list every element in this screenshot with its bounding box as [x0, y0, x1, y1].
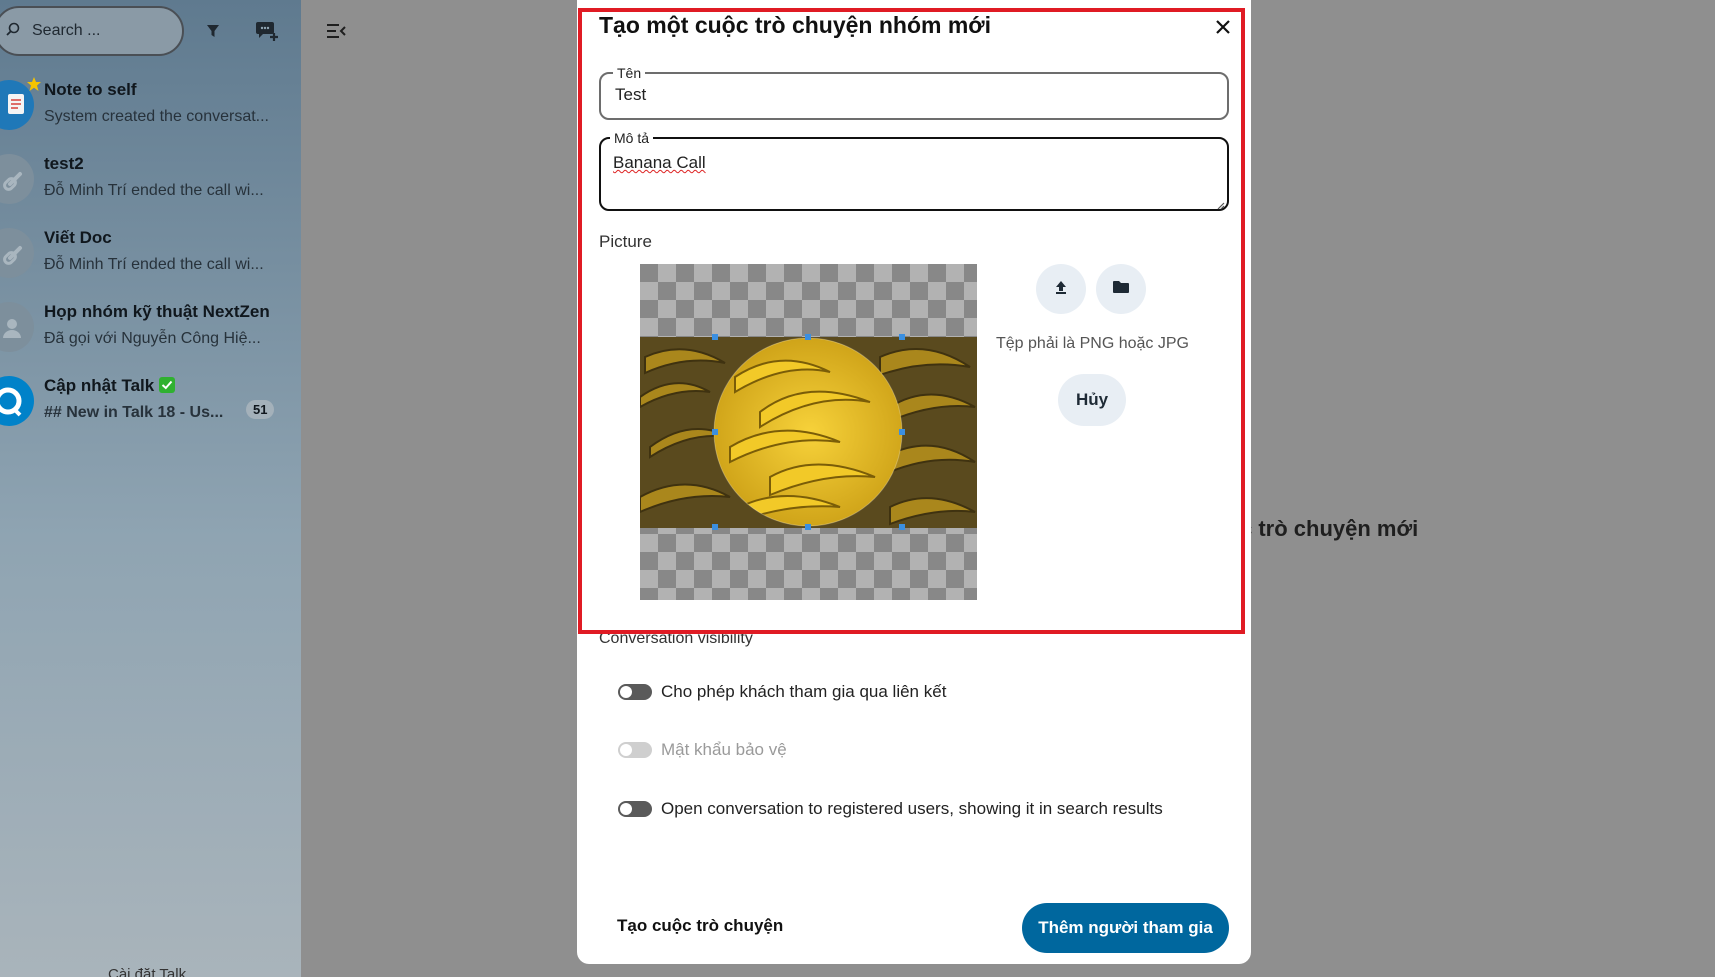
crop-handle[interactable]: [805, 524, 811, 530]
choose-from-files-button[interactable]: [1096, 264, 1146, 314]
crop-handle[interactable]: [805, 334, 811, 340]
empty-state-heading: c trò chuyện mới: [1240, 516, 1419, 541]
conversation-item[interactable]: Họp nhóm kỹ thuật NextZen Đã gọi với Ngu…: [0, 294, 301, 368]
crop-handle[interactable]: [899, 524, 905, 530]
conversation-item[interactable]: test2 Đỗ Minh Trí ended the call wi...: [0, 146, 301, 220]
conversation-last-message: Đỗ Minh Trí ended the call wi...: [44, 256, 264, 273]
picture-label: Picture: [599, 232, 652, 251]
verified-check-icon: [158, 376, 176, 399]
talk-settings-link[interactable]: Cài đặt Talk: [108, 966, 186, 977]
link-icon: [0, 228, 34, 278]
search-icon: [6, 22, 20, 40]
cancel-picture-button[interactable]: Hủy: [1058, 374, 1126, 426]
add-participants-button[interactable]: Thêm người tham gia: [1022, 903, 1229, 953]
password-protect-label: Mật khẩu bảo vệ: [661, 740, 787, 759]
description-field-label: Mô tả: [610, 129, 654, 147]
group-icon: [0, 302, 34, 352]
favorite-star-icon: [26, 76, 42, 97]
conversation-title: Note to self: [44, 80, 137, 99]
description-input[interactable]: Banana Call: [613, 153, 1213, 193]
banana-image: [640, 337, 977, 528]
dialog-title: Tạo một cuộc trò chuyện nhóm mới: [599, 12, 992, 38]
conversation-last-message: Đã gọi với Nguyễn Công Hiệ...: [44, 330, 261, 347]
open-conversation-label: Open conversation to registered users, s…: [661, 799, 1163, 818]
search-input[interactable]: [32, 22, 152, 40]
image-cropper[interactable]: [640, 264, 977, 600]
upload-button[interactable]: [1036, 264, 1086, 314]
conversation-title: test2: [44, 154, 84, 173]
conversation-last-message: Đỗ Minh Trí ended the call wi...: [44, 182, 264, 199]
crop-handle[interactable]: [712, 524, 718, 530]
password-protect-toggle-row: Mật khẩu bảo vệ: [618, 740, 787, 760]
link-icon: [0, 154, 34, 204]
collapse-sidebar-icon[interactable]: [322, 18, 350, 44]
crop-handle[interactable]: [899, 334, 905, 340]
allow-guests-label: Cho phép khách tham gia qua liên kết: [661, 682, 947, 701]
conversation-title: Viết Doc: [44, 228, 112, 247]
name-field[interactable]: Tên: [599, 64, 1229, 120]
crop-handle[interactable]: [712, 334, 718, 340]
open-conversation-toggle-row[interactable]: Open conversation to registered users, s…: [618, 799, 1163, 819]
conversation-list: Note to self System created the conversa…: [0, 72, 301, 442]
description-field[interactable]: Mô tả Banana Call: [599, 129, 1229, 211]
conversation-item[interactable]: Viết Doc Đỗ Minh Trí ended the call wi..…: [0, 220, 301, 294]
name-input[interactable]: [615, 85, 1205, 105]
conversation-item[interactable]: Cập nhật Talk ## New in Talk 18 - Us... …: [0, 368, 301, 442]
conversation-last-message: ## New in Talk 18 - Us...: [44, 404, 224, 421]
conversation-title: Họp nhóm kỹ thuật NextZen: [44, 302, 270, 321]
open-conversation-toggle[interactable]: [618, 801, 652, 817]
sidebar: Note to self System created the conversa…: [0, 0, 301, 977]
folder-icon: [1112, 279, 1130, 300]
crop-handle[interactable]: [899, 429, 905, 435]
conversation-visibility-label: Conversation visibility: [599, 630, 753, 647]
conversation-title: Cập nhật Talk: [44, 376, 155, 395]
conversation-last-message: System created the conversat...: [44, 108, 269, 125]
unread-count-badge: 51: [246, 400, 275, 419]
close-icon[interactable]: [1208, 12, 1238, 42]
allow-guests-toggle[interactable]: [618, 684, 652, 700]
new-conversation-icon[interactable]: [254, 18, 280, 44]
filter-icon[interactable]: [200, 18, 226, 44]
upload-icon: [1053, 279, 1069, 300]
resize-handle-icon[interactable]: [1215, 197, 1225, 210]
password-protect-toggle: [618, 742, 652, 758]
talk-logo-icon: [0, 376, 34, 426]
search-box[interactable]: [0, 6, 184, 56]
allow-guests-toggle-row[interactable]: Cho phép khách tham gia qua liên kết: [618, 682, 946, 702]
file-type-hint: Tệp phải là PNG hoặc JPG: [996, 335, 1189, 352]
name-field-label: Tên: [613, 64, 646, 82]
create-conversation-button[interactable]: Tạo cuộc trò chuyện: [617, 916, 783, 936]
crop-handle[interactable]: [712, 429, 718, 435]
conversation-item[interactable]: Note to self System created the conversa…: [0, 72, 301, 146]
